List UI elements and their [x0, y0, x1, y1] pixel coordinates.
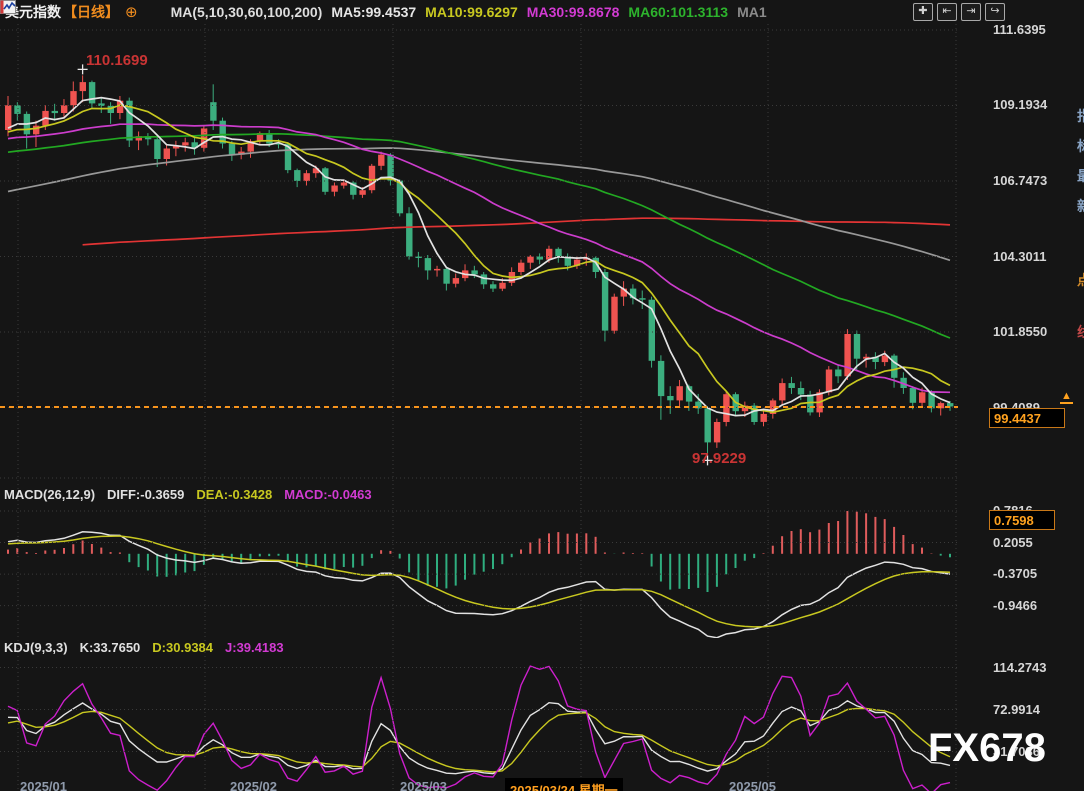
price-axis-label: 104.3011 [993, 249, 1047, 264]
last-price-box: 99.4437 [989, 408, 1065, 428]
kdj-axis-label: 114.2743 [993, 660, 1047, 675]
price-axis-label: 106.7473 [993, 173, 1047, 188]
watermark: FX678 [928, 726, 1046, 771]
macd-hist-value: MACD:-0.0463 [284, 487, 371, 502]
macd-axis-label: -0.3705 [993, 566, 1037, 581]
chart-toolbar: ✚⇤⇥↪ [913, 3, 1005, 21]
clipped-label: 点 [1077, 270, 1084, 290]
clipped-label: 最 [1077, 166, 1084, 186]
kdj-title: KDJ(9,3,3) [4, 640, 68, 655]
macd-title: MACD(26,12,9) [4, 487, 95, 502]
scroll-to-latest-button[interactable]: ▲ [1060, 390, 1073, 404]
ma10-value: MA10:99.6297 [425, 4, 518, 20]
snap-right-icon[interactable]: ⇥ [961, 3, 981, 21]
chart-type-icon[interactable] [146, 5, 162, 19]
kdj-j-value: J:39.4183 [225, 640, 284, 655]
macd-header: MACD(26,12,9) DIFF:-0.3659 DEA:-0.3428 M… [4, 487, 372, 502]
ma-more-label: MA1 [737, 4, 767, 20]
ma-group-label: MA(5,10,30,60,100,200) [171, 4, 323, 20]
price-axis-label: 109.1934 [993, 97, 1047, 112]
period-selector[interactable]: 【日线】 [63, 2, 119, 22]
crosshair-date-box: 2025/03/24 星期一 [505, 778, 623, 791]
add-indicator-button[interactable]: ⊕ [125, 3, 138, 21]
kdj-header: KDJ(9,3,3) K:33.7650 D:30.9384 J:39.4183 [4, 640, 284, 655]
kdj-axis-label: 72.9914 [993, 702, 1040, 717]
price-axis-label: 111.6395 [993, 22, 1046, 37]
price-axis-label: 101.8550 [993, 324, 1047, 339]
ma30-value: MA30:99.8678 [527, 4, 620, 20]
pan-icon[interactable]: ✚ [913, 3, 933, 21]
clipped-label: 指 [1077, 106, 1084, 126]
right-edge-clipped-panel: 指标最新点线 [1077, 0, 1084, 791]
chart-canvas[interactable] [0, 0, 1084, 791]
macd-value-box: 0.7598 [989, 510, 1055, 530]
macd-dea-value: DEA:-0.3428 [196, 487, 272, 502]
time-axis-label: 2025/05 [729, 779, 776, 791]
time-axis-label: 2025/02 [230, 779, 277, 791]
macd-axis-label: 0.2055 [993, 535, 1033, 550]
kdj-k-value: K:33.7650 [80, 640, 141, 655]
macd-axis-label: -0.9466 [993, 598, 1037, 613]
detach-icon[interactable]: ↪ [985, 3, 1005, 21]
time-axis-label: 2025/01 [20, 779, 67, 791]
ma60-value: MA60:101.3113 [628, 4, 728, 20]
time-axis-label: 2025/03 [400, 779, 447, 791]
clipped-label: 标 [1077, 136, 1084, 156]
snap-left-icon[interactable]: ⇤ [937, 3, 957, 21]
kdj-d-value: D:30.9384 [152, 640, 213, 655]
low-price-annotation: 97.9229 [692, 450, 746, 467]
clipped-label: 新 [1077, 196, 1084, 216]
macd-diff-value: DIFF:-0.3659 [107, 487, 184, 502]
ma5-value: MA5:99.4537 [331, 4, 416, 20]
high-price-annotation: 110.1699 [86, 52, 148, 69]
chart-app: 美元指数 【日线】 ⊕ MA(5,10,30,60,100,200) MA5:9… [0, 0, 1084, 791]
clipped-label: 线 [1077, 322, 1084, 342]
